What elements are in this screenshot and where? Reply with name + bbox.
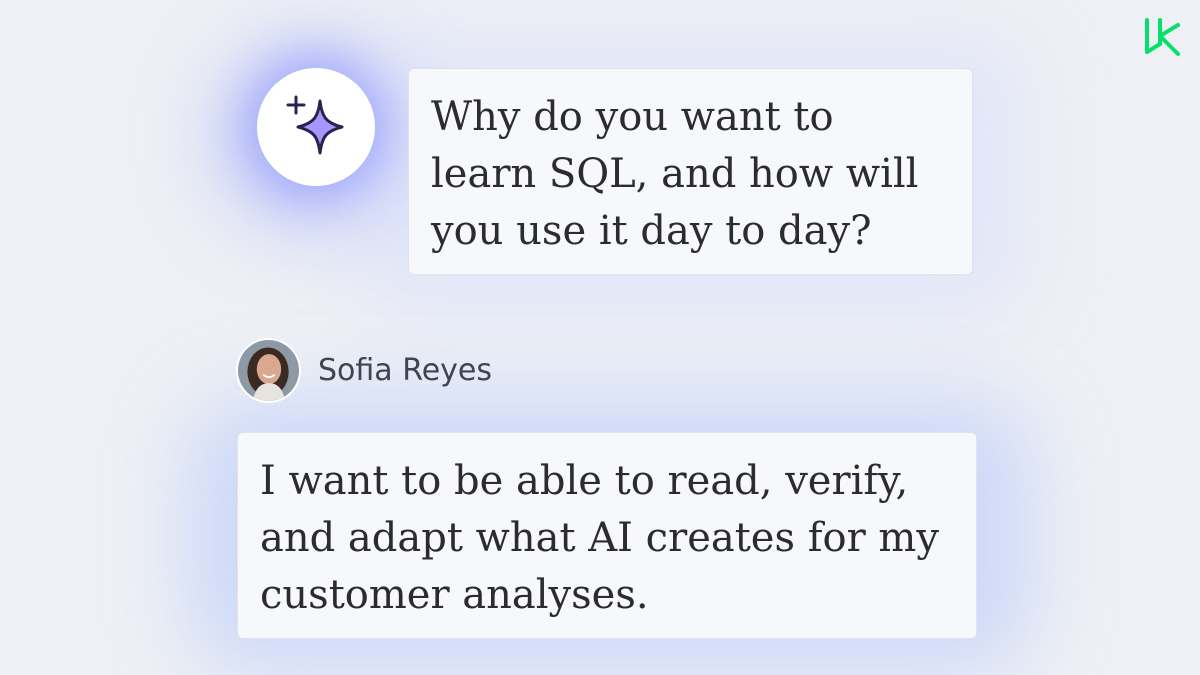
ai-assistant-avatar — [257, 68, 375, 186]
datacamp-logo-icon — [1142, 14, 1182, 60]
user-answer-bubble: I want to be able to read, verify, and a… — [237, 432, 977, 639]
user-header: Sofia Reyes — [236, 337, 492, 404]
sparkle-icon — [286, 95, 344, 155]
avatar — [236, 338, 301, 403]
assistant-question-bubble: Why do you want to learn SQL, and how wi… — [408, 68, 973, 275]
user-name: Sofia Reyes — [318, 353, 493, 388]
